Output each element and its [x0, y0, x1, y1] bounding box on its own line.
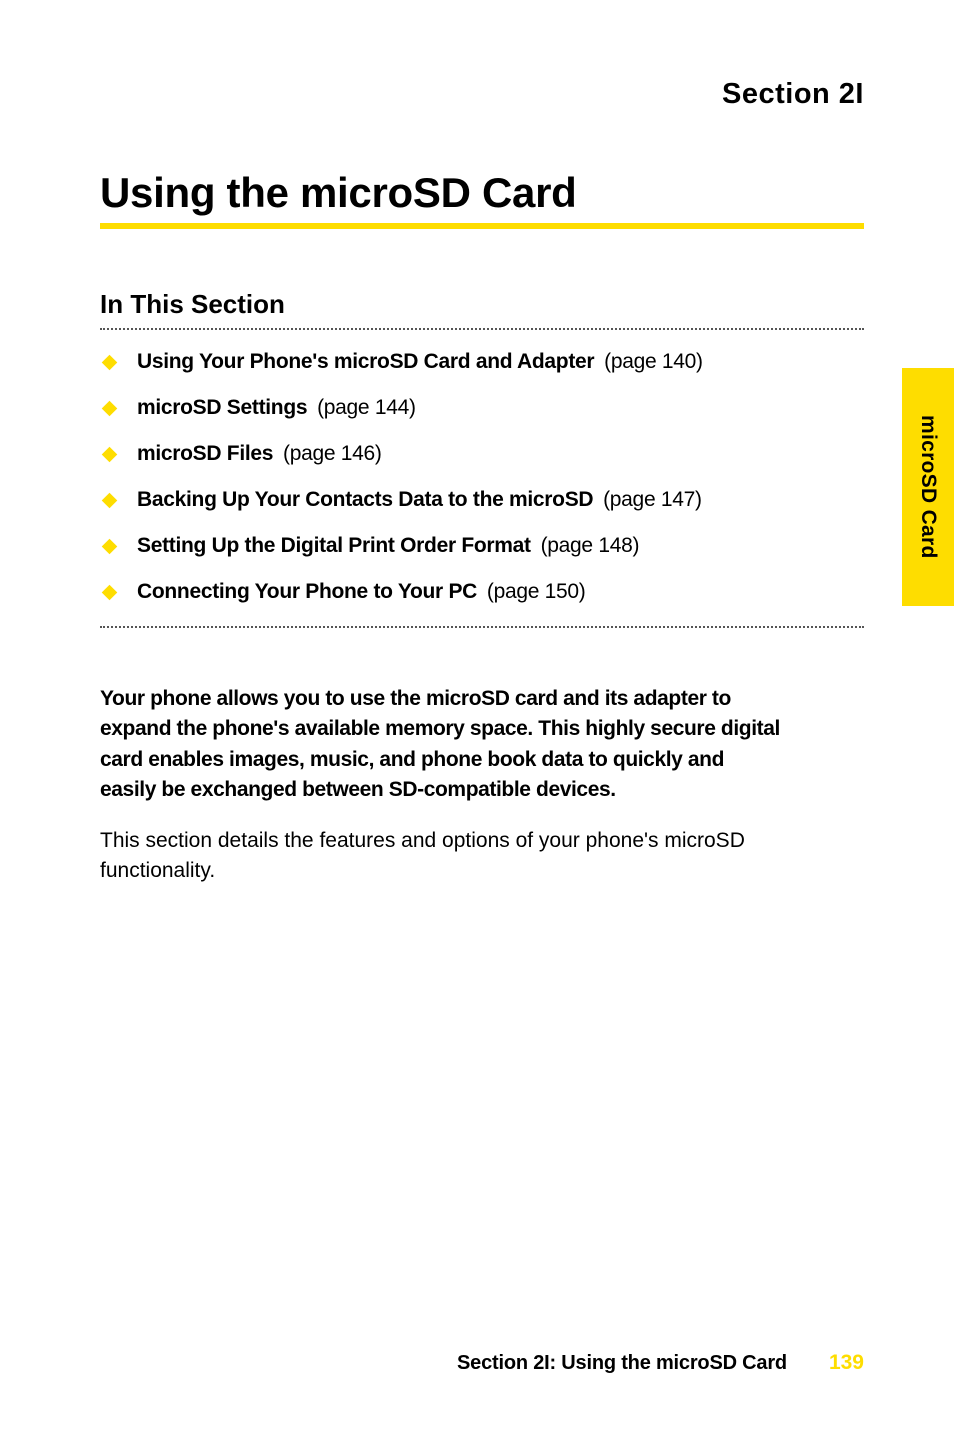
- toc-page-ref: (page 146): [283, 442, 382, 465]
- toc-label: Using Your Phone's microSD Card and Adap…: [137, 350, 594, 373]
- toc-page-ref: (page 148): [541, 534, 640, 557]
- body-paragraph: This section details the features and op…: [100, 826, 780, 887]
- toc-list: Using Your Phone's microSD Card and Adap…: [100, 350, 864, 604]
- page-title: Using the microSD Card: [100, 169, 864, 217]
- toc-item: Backing Up Your Contacts Data to the mic…: [100, 488, 864, 512]
- toc-label: microSD Settings: [137, 396, 307, 419]
- section-label: Section 2I: [100, 78, 864, 111]
- diamond-bullet-icon: [102, 584, 118, 600]
- toc-item: Setting Up the Digital Print Order Forma…: [100, 534, 864, 558]
- divider-bottom: [100, 626, 864, 628]
- footer-section-label: Section 2I: Using the microSD Card: [457, 1352, 787, 1375]
- toc-page-ref: (page 144): [317, 396, 416, 419]
- toc-item: microSD Files (page 146): [100, 442, 864, 466]
- side-tab: microSD Card: [902, 368, 954, 606]
- toc-label: Setting Up the Digital Print Order Forma…: [137, 534, 531, 557]
- footer-page-number: 139: [829, 1351, 864, 1375]
- toc-label: Connecting Your Phone to Your PC: [137, 580, 477, 603]
- divider-top: [100, 328, 864, 330]
- in-this-section-heading: In This Section: [100, 289, 864, 320]
- diamond-bullet-icon: [102, 400, 118, 416]
- diamond-bullet-icon: [102, 446, 118, 462]
- diamond-bullet-icon: [102, 354, 118, 370]
- toc-item: microSD Settings (page 144): [100, 396, 864, 420]
- title-underline: [100, 223, 864, 229]
- toc-item: Connecting Your Phone to Your PC (page 1…: [100, 580, 864, 604]
- toc-page-ref: (page 140): [604, 350, 703, 373]
- toc-page-ref: (page 150): [487, 580, 586, 603]
- diamond-bullet-icon: [102, 492, 118, 508]
- toc-label: microSD Files: [137, 442, 273, 465]
- intro-paragraph: Your phone allows you to use the microSD…: [100, 684, 780, 806]
- toc-page-ref: (page 147): [603, 488, 702, 511]
- toc-item: Using Your Phone's microSD Card and Adap…: [100, 350, 864, 374]
- toc-label: Backing Up Your Contacts Data to the mic…: [137, 488, 593, 511]
- side-tab-label: microSD Card: [916, 415, 940, 559]
- diamond-bullet-icon: [102, 538, 118, 554]
- page-footer: Section 2I: Using the microSD Card 139: [100, 1351, 864, 1375]
